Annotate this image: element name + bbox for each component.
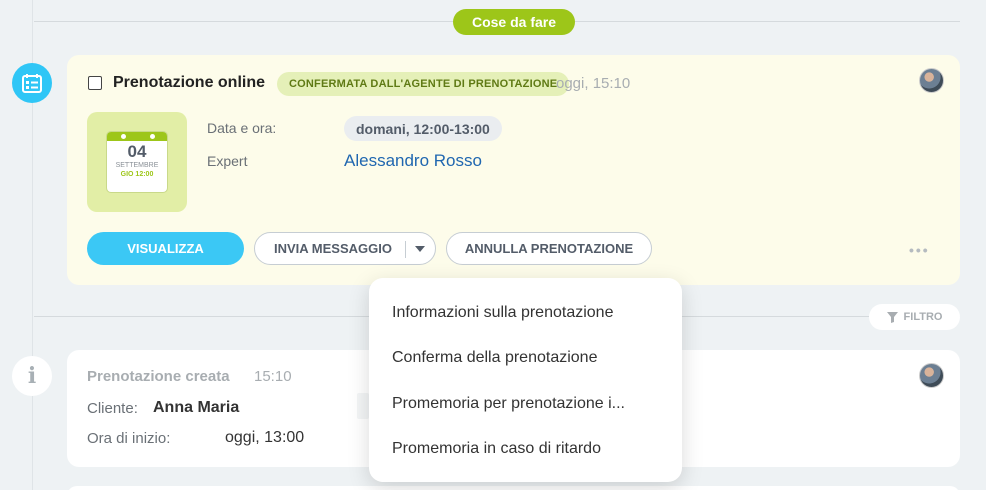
- avatar[interactable]: [919, 68, 944, 93]
- calendar-list-icon: [12, 63, 52, 103]
- start-time-label: Ora di inizio:: [87, 430, 171, 447]
- start-time-value: oggi, 13:00: [225, 429, 305, 446]
- menu-item-booking-reminder[interactable]: Promemoria per prenotazione i...: [392, 395, 625, 413]
- cancel-booking-button[interactable]: ANNULLA PRENOTAZIONE: [446, 232, 652, 265]
- info-icon: i: [12, 356, 52, 396]
- section-badge: Cose da fare: [453, 9, 575, 35]
- status-badge: CONFERMATA DALL'AGENTE DI PRENOTAZIONE: [277, 72, 570, 96]
- more-icon[interactable]: •••: [909, 242, 930, 258]
- expert-link[interactable]: Alessandro Rosso: [344, 151, 482, 171]
- calendar-icon: 04 SETTEMBRE GIO 12:00: [106, 131, 168, 193]
- chevron-down-icon[interactable]: [415, 246, 425, 252]
- calendar-month: SETTEMBRE: [115, 162, 159, 169]
- menu-item-booking-confirmation[interactable]: Conferma della prenotazione: [392, 349, 597, 367]
- message-template-menu: Informazioni sulla prenotazione Conferma…: [369, 278, 682, 482]
- button-separator: [405, 241, 406, 258]
- menu-item-booking-info[interactable]: Informazioni sulla prenotazione: [392, 304, 613, 322]
- expert-label: Expert: [207, 153, 248, 169]
- send-message-label: INVIA MESSAGGIO: [274, 241, 392, 256]
- client-value[interactable]: Anna Maria: [153, 399, 239, 417]
- booking-timestamp: oggi, 15:10: [556, 75, 631, 92]
- filter-label: FILTRO: [903, 311, 943, 323]
- calendar-day: 04: [127, 142, 147, 161]
- booking-card: Prenotazione online CONFERMATA DALL'AGEN…: [67, 55, 960, 285]
- filter-button[interactable]: FILTRO: [869, 304, 960, 330]
- calendar-weekday: GIO 12:00: [120, 171, 154, 178]
- task-checkbox[interactable]: [88, 76, 102, 90]
- next-card: [67, 486, 960, 490]
- booking-title[interactable]: Prenotazione online: [113, 74, 265, 92]
- client-label: Cliente:: [87, 400, 138, 417]
- calendar-tile: 04 SETTEMBRE GIO 12:00: [87, 112, 187, 212]
- date-label: Data e ora:: [207, 120, 277, 136]
- view-button[interactable]: VISUALIZZA: [87, 232, 244, 265]
- filter-funnel-icon: [886, 311, 898, 323]
- menu-item-delay-reminder[interactable]: Promemoria in caso di ritardo: [392, 440, 601, 458]
- send-message-button[interactable]: INVIA MESSAGGIO: [254, 232, 436, 265]
- avatar[interactable]: [919, 363, 944, 388]
- placeholder-block: [357, 393, 369, 419]
- date-value: domani, 12:00-13:00: [344, 116, 502, 141]
- history-title: Prenotazione creata: [87, 368, 230, 385]
- history-timestamp: 15:10: [254, 368, 292, 385]
